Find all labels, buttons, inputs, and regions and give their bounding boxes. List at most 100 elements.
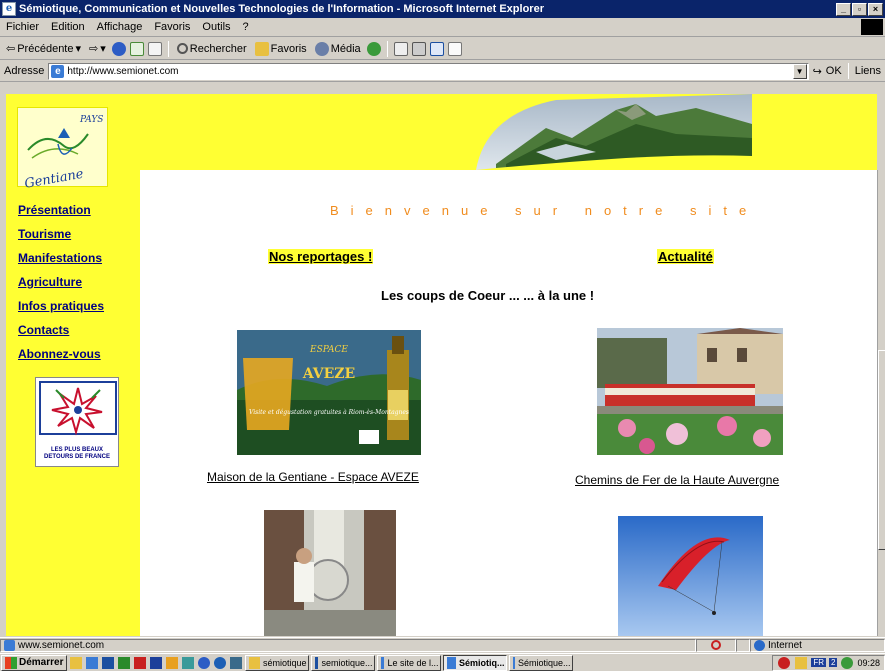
page-viewport: PAYS Gentiane Présentation Tourisme Mani… — [6, 94, 877, 636]
ie-icon — [381, 656, 385, 669]
task-folder-semiotique[interactable]: sémiotique — [245, 654, 310, 671]
address-dropdown-button[interactable]: ▼ — [792, 63, 807, 79]
media-label: Média — [330, 42, 361, 55]
aveze-image[interactable]: AVEZE ESPACE Visite et dégustation gratu… — [237, 330, 421, 455]
word-icon — [315, 656, 319, 669]
tray-network-icon[interactable] — [841, 656, 854, 669]
nav-contacts[interactable]: Contacts — [18, 323, 104, 337]
aveze-brand-text: AVEZE — [302, 366, 355, 382]
quicklaunch-word-icon[interactable] — [102, 656, 115, 669]
coups-de-coeur-heading: Les coups de Coeur ... ... à la une ! — [381, 288, 595, 303]
print-icon[interactable] — [411, 41, 426, 56]
globe-icon — [754, 639, 765, 651]
word-edit-icon[interactable] — [429, 41, 444, 56]
menu-edition[interactable]: Edition — [51, 21, 85, 33]
ie-app-icon: e — [2, 2, 16, 16]
start-label: Démarrer — [19, 657, 64, 668]
blocked-icon — [711, 640, 721, 650]
windows-taskbar: Démarrer sémiotique semiotique... Le sit… — [0, 653, 885, 671]
aveze-caption-text: Visite et dégustation gratuites à Riom-è… — [249, 409, 409, 416]
minimize-button[interactable]: _ — [836, 2, 851, 16]
quicklaunch-app-icon[interactable] — [230, 656, 243, 669]
chemins-de-fer-link[interactable]: Chemins de Fer de la Haute Auvergne — [575, 473, 779, 487]
folder-icon — [249, 656, 260, 669]
plus-beaux-detours-badge[interactable]: LES PLUS BEAUX DETOURS DE FRANCE — [35, 377, 119, 467]
zone-panel: Internet — [750, 638, 885, 652]
quicklaunch-ie-icon[interactable] — [86, 656, 99, 669]
nos-reportages-link[interactable]: Nos reportages ! — [268, 249, 374, 264]
task-label: semiotique... — [321, 657, 373, 668]
language-indicator[interactable]: FR — [811, 658, 827, 667]
quicklaunch-app-icon[interactable] — [166, 656, 179, 669]
maison-gentiane-link[interactable]: Maison de la Gentiane - Espace AVEZE — [207, 470, 419, 484]
menu-outils[interactable]: Outils — [202, 21, 230, 33]
menu-help[interactable]: ? — [243, 21, 249, 33]
address-input[interactable]: e http://www.semionet.com ▼ — [48, 62, 809, 80]
back-label: Précédente — [17, 42, 74, 55]
tray-antivirus-icon[interactable] — [778, 656, 791, 669]
train-image[interactable] — [597, 328, 783, 455]
toolbar-separator — [167, 40, 169, 57]
tray-number-badge[interactable]: 2 — [829, 658, 838, 667]
menu-fichier[interactable]: Fichier — [6, 21, 39, 33]
refresh-icon[interactable] — [129, 41, 144, 56]
zone-label: Internet — [768, 639, 802, 651]
status-bar: www.semionet.com Internet — [0, 637, 885, 652]
sidebar: PAYS Gentiane Présentation Tourisme Mani… — [6, 94, 140, 636]
search-button[interactable]: Rechercher — [175, 43, 249, 55]
mail-icon[interactable] — [393, 41, 408, 56]
task-ie-semiotique-active[interactable]: Sémiotiq... — [443, 654, 508, 671]
site-navigation: Présentation Tourisme Manifestations Agr… — [18, 203, 104, 371]
menu-favoris[interactable]: Favoris — [154, 21, 190, 33]
menu-affichage[interactable]: Affichage — [97, 21, 143, 33]
task-word-semiotique[interactable]: semiotique... — [311, 654, 376, 671]
go-arrow-icon: ↪ — [812, 65, 822, 78]
stop-icon[interactable] — [111, 41, 126, 56]
favorites-label: Favoris — [270, 42, 307, 55]
maximize-button[interactable]: ▫ — [852, 2, 867, 16]
nav-presentation[interactable]: Présentation — [18, 203, 104, 217]
status-url: www.semionet.com — [18, 639, 105, 651]
links-button[interactable]: Liens — [855, 65, 881, 77]
pays-gentiane-logo[interactable]: PAYS Gentiane — [17, 107, 108, 192]
forward-button[interactable]: ⇨ ▾ — [87, 42, 108, 55]
ie-icon — [513, 656, 515, 669]
window-title: Sémiotique, Communication et Nouvelles T… — [19, 3, 544, 15]
quicklaunch-desktop-icon[interactable] — [70, 656, 83, 669]
nav-infos-pratiques[interactable]: Infos pratiques — [18, 299, 104, 313]
vertical-scrollbar[interactable] — [877, 170, 885, 636]
quicklaunch-outlook-icon[interactable] — [150, 656, 163, 669]
home-icon[interactable] — [147, 41, 162, 56]
quicklaunch-app-icon[interactable] — [214, 656, 227, 669]
security-panel — [696, 638, 736, 652]
task-ie-le-site[interactable]: Le site de l... — [377, 654, 442, 671]
discuss-icon[interactable] — [447, 41, 462, 56]
window-titlebar[interactable]: e Sémiotique, Communication et Nouvelles… — [0, 0, 885, 18]
nav-tourisme[interactable]: Tourisme — [18, 227, 104, 241]
actualite-link[interactable]: Actualité — [657, 249, 714, 264]
standard-toolbar: ⇦ Précédente ▾ ⇨ ▾ Rechercher Favoris Mé… — [0, 38, 885, 60]
search-label: Rechercher — [189, 42, 247, 55]
close-button[interactable]: × — [868, 2, 883, 16]
quicklaunch-app-icon[interactable] — [198, 656, 211, 669]
go-button[interactable]: OK — [826, 65, 842, 77]
tray-app-icon[interactable] — [795, 656, 808, 669]
paraglider-image[interactable] — [618, 516, 763, 636]
start-button[interactable]: Démarrer — [1, 654, 68, 671]
task-ie-semiotique[interactable]: Sémiotique... — [509, 654, 574, 671]
status-blank-panel — [736, 638, 750, 652]
clock: 09:28 — [857, 657, 880, 668]
media-button[interactable]: Média — [313, 41, 363, 56]
nav-manifestations[interactable]: Manifestations — [18, 251, 104, 265]
quicklaunch-app-icon[interactable] — [182, 656, 195, 669]
quicklaunch-powerpoint-icon[interactable] — [134, 656, 147, 669]
distillery-image[interactable] — [264, 510, 396, 636]
back-button[interactable]: ⇦ Précédente ▾ — [4, 42, 83, 56]
scrollbar-thumb[interactable] — [878, 350, 885, 550]
nav-agriculture[interactable]: Agriculture — [18, 275, 104, 289]
history-icon[interactable] — [366, 41, 381, 56]
favorites-button[interactable]: Favoris — [253, 41, 309, 56]
nav-abonnez-vous[interactable]: Abonnez-vous — [18, 347, 104, 361]
address-label: Adresse — [4, 65, 45, 77]
quicklaunch-excel-icon[interactable] — [118, 656, 131, 669]
